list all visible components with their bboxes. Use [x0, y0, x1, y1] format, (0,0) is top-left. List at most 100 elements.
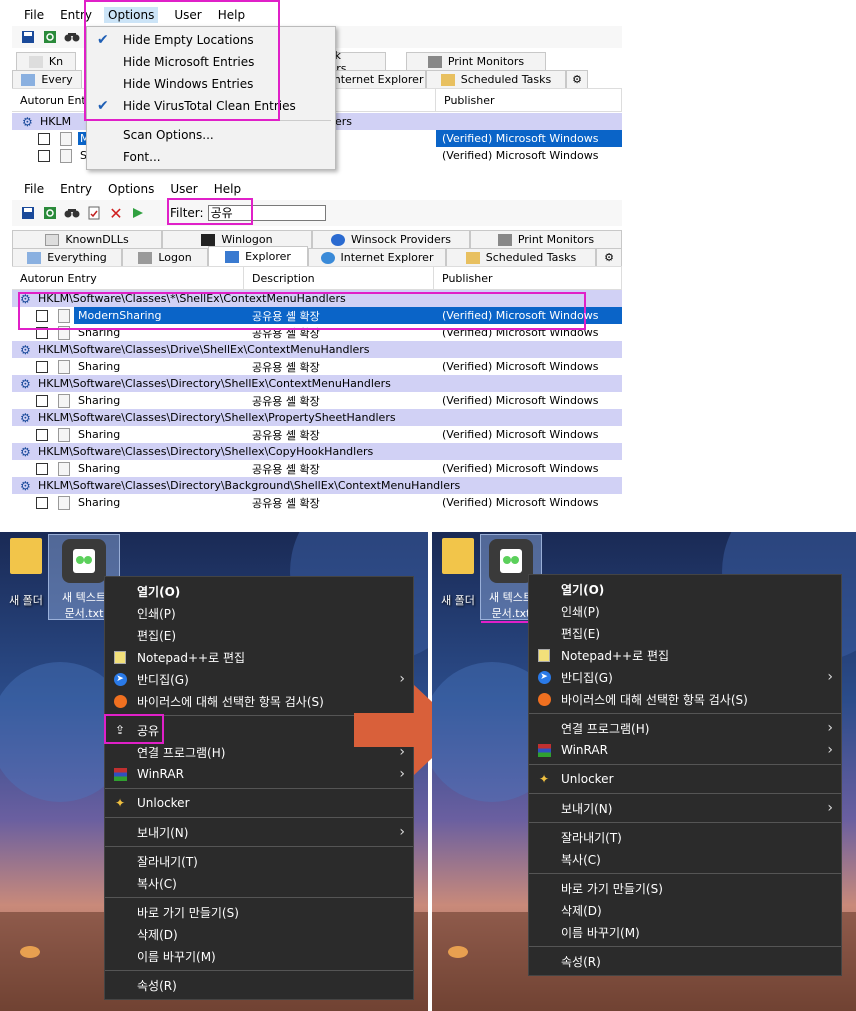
menu-help[interactable]: Help [214, 182, 241, 196]
menu-item-label: 이름 바꾸기(M) [561, 925, 640, 940]
save-icon[interactable] [20, 205, 36, 221]
menu-file[interactable]: File [24, 182, 44, 196]
entry-checkbox[interactable] [36, 462, 48, 475]
entry-checkbox[interactable] [36, 428, 48, 441]
tab-more[interactable]: ⚙ [596, 248, 622, 266]
context-menu-item[interactable]: 속성(R) [529, 950, 841, 972]
context-menu-after: 열기(O) 인쇄(P) 편집(E) Notepad++로 편집 ➤ 반디집(G) › 바이러스… [528, 574, 842, 976]
tab-everything[interactable]: Every [12, 70, 82, 88]
menu-item-label: 바로 가기 만들기(S) [137, 905, 239, 920]
entry-publisher: (Verified) Microsoft Windows [442, 149, 599, 162]
context-menu-item[interactable]: Notepad++로 편집 [529, 644, 841, 666]
col-autorun-entry[interactable]: Autorun Entry [12, 267, 244, 289]
entry-name: Sharing [78, 496, 121, 509]
refresh-icon[interactable] [42, 29, 58, 45]
menu-file[interactable]: File [24, 8, 44, 22]
entry-checkbox[interactable] [36, 394, 48, 407]
tab-winsock[interactable]: Winsock Providers [312, 230, 470, 248]
context-menu-item[interactable]: 인쇄(P) [105, 602, 413, 624]
jump-icon[interactable] [130, 205, 146, 221]
context-menu-item[interactable]: 잘라내기(T) [105, 850, 413, 872]
context-menu-item[interactable]: 복사(C) [529, 848, 841, 870]
menu-item-scan-options[interactable]: Scan Options... [87, 124, 335, 146]
save-icon[interactable] [20, 29, 36, 45]
find-icon[interactable] [64, 205, 80, 221]
tab-logon[interactable]: Logon [122, 248, 208, 266]
menu-item-label: Notepad++로 편집 [137, 650, 246, 665]
menu-user[interactable]: User [170, 182, 197, 196]
table-row[interactable]: Sharing 공유용 셸 확장 (Verified) Microsoft Wind… [12, 494, 622, 511]
entry-checkbox[interactable] [36, 360, 48, 373]
context-menu-item[interactable]: 바이러스에 대해 선택한 항목 검사(S) [529, 688, 841, 710]
context-menu-item[interactable]: WinRAR › [529, 739, 841, 761]
table-row-group[interactable]: ⚙ HKLM\Software\Classes\Directory\Backgro… [12, 477, 622, 494]
table-row[interactable]: Sharing 공유용 셸 확장 (Verified) Microsoft Wind… [12, 426, 622, 443]
tab-more[interactable]: ⚙ [566, 70, 588, 88]
everything-icon [21, 73, 36, 86]
tab-everything[interactable]: Everything [12, 248, 122, 266]
context-menu-item[interactable]: 바로 가기 만들기(S) [529, 877, 841, 899]
context-menu-item[interactable]: 보내기(N) › [105, 821, 413, 843]
entry-checkbox[interactable] [38, 132, 50, 145]
tab-internet-explorer[interactable]: Internet Explorer [308, 248, 446, 266]
table-row[interactable]: Sharing 공유용 셸 확장 (Verified) Microsoft Wind… [12, 358, 622, 375]
col-publisher[interactable]: Publisher [436, 89, 622, 111]
context-menu-item[interactable]: 편집(E) [105, 624, 413, 646]
delete-icon[interactable]: ✕ [108, 204, 124, 223]
col-description[interactable]: Description [244, 267, 434, 289]
context-menu-item[interactable]: 속성(R) [105, 974, 413, 996]
tab-label: Logon [158, 251, 192, 264]
context-menu-item[interactable]: Notepad++로 편집 [105, 646, 413, 668]
menu-item-label: Notepad++로 편집 [561, 648, 670, 663]
menu-entry[interactable]: Entry [60, 182, 92, 196]
context-menu-item[interactable]: 보내기(N) › [529, 797, 841, 819]
col-publisher[interactable]: Publisher [434, 267, 622, 289]
entry-checkbox[interactable] [38, 149, 50, 162]
context-menu-item[interactable]: 연결 프로그램(H) › [529, 717, 841, 739]
context-menu-item[interactable]: 편집(E) [529, 622, 841, 644]
avast-icon [537, 692, 551, 706]
context-menu-item[interactable]: 바로 가기 만들기(S) [105, 901, 413, 923]
menu-item-font[interactable]: Font... [87, 146, 335, 168]
context-menu-item[interactable]: 이름 바꾸기(M) [529, 921, 841, 943]
entry-checkbox[interactable] [36, 496, 48, 509]
desktop-after: 새 폴더 새 텍스트 문서.txt 열기(O) 인쇄(P) 편집(E) Notepad… [432, 532, 856, 1011]
context-menu-item[interactable]: ➤ 반디집(G) › [529, 666, 841, 688]
table-row-group[interactable]: ⚙ HKLM\Software\Classes\Drive\ShellEx\Con… [12, 341, 622, 358]
mid-menubar: File Entry Options User Help [12, 178, 622, 200]
context-menu-item[interactable]: 삭제(D) [105, 923, 413, 945]
tab-knowndlls[interactable]: Kn [16, 52, 76, 70]
table-row-group[interactable]: ⚙ HKLM\Software\Classes\Directory\Shellex… [12, 443, 622, 460]
table-row-group[interactable]: ⚙ HKLM\Software\Classes\Directory\ShellEx… [12, 375, 622, 392]
context-menu-item[interactable]: 열기(O) [529, 578, 841, 600]
context-menu-item[interactable]: 복사(C) [105, 872, 413, 894]
context-menu-item[interactable]: 삭제(D) [529, 899, 841, 921]
tab-knowndlls[interactable]: KnownDLLs [12, 230, 162, 248]
file-icon [58, 393, 70, 408]
folder-desktop-icon[interactable]: 새 폴더 [438, 538, 478, 608]
printer-icon [497, 233, 512, 246]
context-menu-item[interactable]: 인쇄(P) [529, 600, 841, 622]
context-menu-item[interactable]: ✦ Unlocker [105, 792, 413, 814]
context-menu-item[interactable]: 이름 바꾸기(M) [105, 945, 413, 967]
context-menu-item[interactable]: ✦ Unlocker [529, 768, 841, 790]
context-menu-item[interactable]: 열기(O) [105, 580, 413, 602]
menu-separator [105, 970, 413, 971]
file-icon [58, 495, 70, 510]
tab-scheduled-tasks[interactable]: Scheduled Tasks [426, 70, 566, 88]
table-row[interactable]: Sharing 공유용 셸 확장 (Verified) Microsoft Wind… [12, 460, 622, 477]
find-icon[interactable] [64, 29, 80, 45]
refresh-icon[interactable] [42, 205, 58, 221]
tab-print-monitors[interactable]: Print Monitors [470, 230, 622, 248]
registry-key-icon: ⚙ [20, 478, 31, 493]
menu-options[interactable]: Options [108, 182, 154, 196]
table-row[interactable]: ModernSharing 공유용 셸 확장 (Verified) Microsof… [12, 307, 622, 324]
tab-scheduled-tasks[interactable]: Scheduled Tasks [446, 248, 596, 266]
table-row[interactable]: Sharing 공유용 셸 확장 (Verified) Microsoft Wind… [12, 392, 622, 409]
tab-explorer[interactable]: Explorer [208, 246, 308, 266]
context-menu-item[interactable]: 잘라내기(T) [529, 826, 841, 848]
folder-desktop-icon[interactable]: 새 폴더 [6, 538, 46, 608]
properties-icon[interactable] [86, 205, 102, 221]
tab-print-monitors[interactable]: Print Monitors [406, 52, 546, 70]
table-row-group[interactable]: ⚙ HKLM\Software\Classes\Directory\Shellex… [12, 409, 622, 426]
